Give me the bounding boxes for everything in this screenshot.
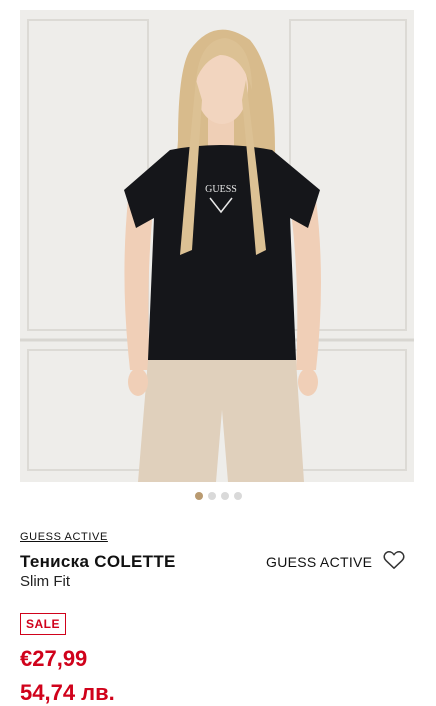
sale-badge: SALE xyxy=(20,613,66,635)
product-title: Тениска COLETTE xyxy=(20,552,176,571)
shirt-logo-text: GUESS xyxy=(205,184,237,195)
product-fit: Slim Fit xyxy=(20,573,70,590)
gallery-dot[interactable] xyxy=(233,492,242,500)
price-bgn: 54,74 лв. xyxy=(20,680,115,705)
brand-name: GUESS ACTIVE xyxy=(266,554,373,570)
price-eur: €27,99 xyxy=(20,646,88,671)
product-photo: GUESS xyxy=(20,10,414,482)
brand-link[interactable]: GUESS ACTIVE xyxy=(20,531,108,543)
product-image-gallery[interactable]: GUESS xyxy=(20,10,414,482)
gallery-dot[interactable] xyxy=(207,492,216,500)
heart-icon[interactable] xyxy=(383,550,405,570)
gallery-dot[interactable] xyxy=(220,492,229,500)
gallery-pagination[interactable] xyxy=(0,492,436,500)
gallery-dot-active[interactable] xyxy=(194,492,203,500)
